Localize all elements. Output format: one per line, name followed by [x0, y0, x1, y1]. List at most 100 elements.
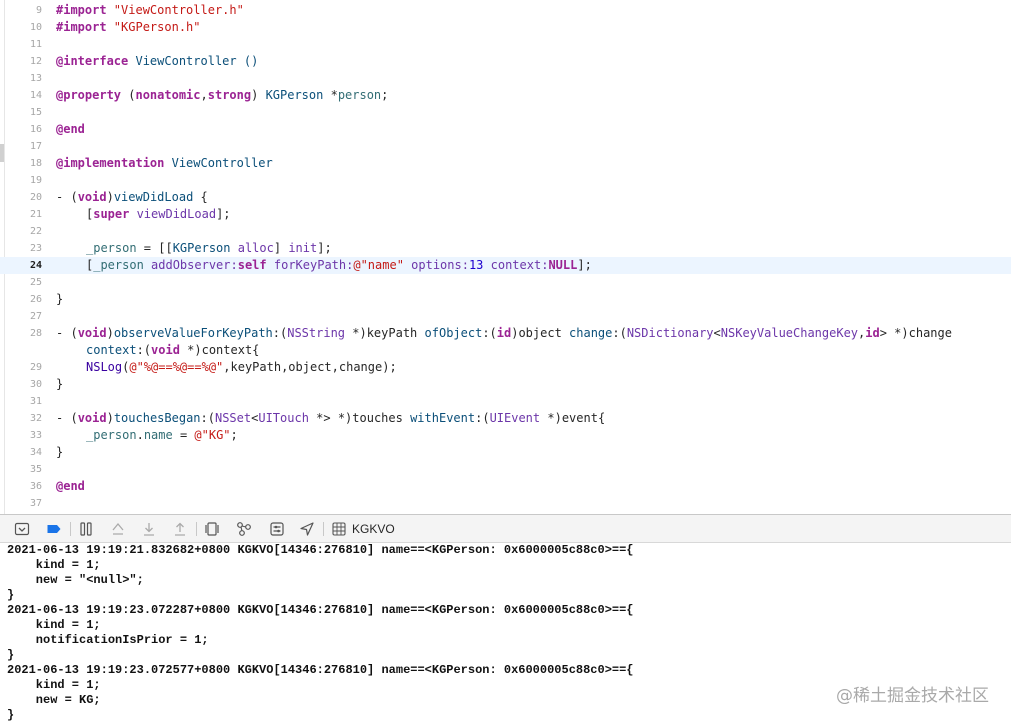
code-line[interactable]: 17	[0, 138, 1011, 155]
code-token: self	[237, 258, 267, 272]
code-token: }	[56, 377, 64, 391]
code-line[interactable]: 32 - (void)touchesBegan:(NSSet<UITouch *>…	[0, 410, 1011, 427]
code-line[interactable]: 35	[0, 461, 1011, 478]
code-line[interactable]: 22	[0, 223, 1011, 240]
code-token: #import	[56, 3, 114, 17]
line-number: 24	[29, 260, 42, 271]
pause-icon[interactable]	[78, 521, 94, 537]
code-line[interactable]: 12 @interface ViewController ()	[0, 53, 1011, 70]
simulate-location-icon[interactable]	[299, 521, 315, 537]
process-icon[interactable]	[331, 521, 347, 537]
console-line: 2021-06-13 19:19:21.832682+0800 KGKVO[14…	[7, 543, 634, 557]
code-token: observeValueForKeyPath	[113, 326, 273, 340]
line-number: 18	[29, 158, 42, 169]
code-token: withEvent	[410, 411, 476, 425]
code-line[interactable]: 30}	[0, 376, 1011, 393]
code-line[interactable]: 28- (void)observeValueForKeyPath:(NSStri…	[0, 325, 1011, 342]
code-token: *)event{	[540, 411, 606, 425]
code-line[interactable]: 13	[0, 70, 1011, 87]
code-line[interactable]: 10 #import "KGPerson.h"	[0, 19, 1011, 36]
code-line[interactable]: 23 _person = [[KGPerson alloc] init];	[0, 240, 1011, 257]
line-number: 23	[29, 243, 42, 254]
code-token: @implementation	[56, 156, 165, 170]
code-token: id	[496, 326, 512, 340]
code-line[interactable]: 25	[0, 274, 1011, 291]
console-line: new = "<null>";	[7, 573, 144, 587]
code-line[interactable]: context:(void *)context{	[0, 342, 1011, 359]
step-into-icon[interactable]	[141, 521, 157, 537]
code-token: )object	[511, 326, 570, 340]
code-line[interactable]: 11	[0, 36, 1011, 53]
memory-graph-icon[interactable]	[236, 521, 252, 537]
code-token: viewDidLoad	[113, 190, 194, 204]
code-editor[interactable]: 9 #import "ViewController.h" 10 #import "KG…	[0, 0, 1011, 514]
code-line[interactable]: 37	[0, 495, 1011, 512]
code-line[interactable]: 33 _person.name = @"KG";	[0, 427, 1011, 444]
code-token: NSString	[287, 326, 346, 340]
code-token: void	[77, 411, 107, 425]
code-token: ,keyPath,object,change);	[223, 360, 397, 374]
code-token: void	[77, 326, 107, 340]
code-token: ViewController	[164, 156, 273, 170]
code-token: context:	[483, 258, 549, 272]
code-text: - (void)touchesBegan:(NSSet<UITouch *> *…	[56, 410, 605, 427]
code-token: .	[136, 428, 144, 442]
code-line[interactable]: 34}	[0, 444, 1011, 461]
code-token: viewDidLoad	[129, 207, 217, 221]
code-token: }	[56, 445, 64, 459]
code-token: :(	[272, 326, 288, 340]
code-token: NSLog	[86, 360, 123, 374]
code-line[interactable]: 21 [super viewDidLoad];	[0, 206, 1011, 223]
code-line[interactable]: 14 @property (nonatomic,strong) KGPerson …	[0, 87, 1011, 104]
code-token: super	[93, 207, 130, 221]
code-line[interactable]: 19	[0, 172, 1011, 189]
code-text: - (void)observeValueForKeyPath:(NSString…	[56, 325, 952, 342]
code-token: NSSet	[214, 411, 252, 425]
process-name-label[interactable]: KGKVO	[352, 522, 395, 537]
code-token: *)keyPath	[345, 326, 425, 340]
code-token: ;	[381, 88, 389, 102]
code-line[interactable]: 26}	[0, 291, 1011, 308]
line-number: 25	[29, 277, 42, 288]
code-token: @end	[56, 122, 85, 136]
code-line[interactable]: 36 @end	[0, 478, 1011, 495]
line-number: 26	[29, 294, 42, 305]
step-over-icon[interactable]	[110, 521, 126, 537]
code-token: ];	[317, 241, 332, 255]
code-line[interactable]: 15	[0, 104, 1011, 121]
line-number: 34	[29, 447, 42, 458]
line-number: 36	[29, 481, 42, 492]
code-token: ];	[577, 258, 592, 272]
code-token: NSDictionary	[626, 326, 714, 340]
debug-toolbar: KGKVO	[0, 514, 1011, 543]
code-text: NSLog(@"%@==%@==%@",keyPath,object,chang…	[86, 359, 397, 376]
debug-console[interactable]: 2021-06-13 19:19:21.832682+0800 KGKVO[14…	[0, 543, 1011, 726]
code-line[interactable]: 20 - (void)viewDidLoad {	[0, 189, 1011, 206]
step-out-icon[interactable]	[172, 521, 188, 537]
line-number: 33	[29, 430, 42, 441]
environment-overrides-icon[interactable]	[269, 521, 285, 537]
code-line[interactable]: 29 NSLog(@"%@==%@==%@",keyPath,object,cha…	[0, 359, 1011, 376]
code-line[interactable]: 9 #import "ViewController.h"	[0, 2, 1011, 19]
hide-debug-area-icon[interactable]	[14, 521, 30, 537]
code-line[interactable]: 18 @implementation ViewController	[0, 155, 1011, 172]
code-text: }	[56, 376, 63, 393]
console-line: new = KG;	[7, 693, 101, 707]
line-number: 13	[29, 73, 42, 84]
console-line: 2021-06-13 19:19:23.072577+0800 KGKVO[14…	[7, 663, 634, 677]
code-token: ofObject	[424, 326, 483, 340]
code-token: ];	[216, 207, 231, 221]
console-line: notificationIsPrior = 1;	[7, 633, 209, 647]
console-line: }	[7, 648, 15, 662]
code-token: _person	[86, 241, 137, 255]
code-line[interactable]: 16 @end	[0, 121, 1011, 138]
code-line-current[interactable]: 24 [_person addObserver:self forKeyPath:@…	[0, 257, 1011, 274]
breakpoints-toggle-icon[interactable]	[46, 521, 62, 537]
code-token: NSKeyValueChangeKey	[720, 326, 859, 340]
code-line[interactable]: 27	[0, 308, 1011, 325]
code-text: [super viewDidLoad];	[86, 206, 231, 223]
code-token: @property	[56, 88, 122, 102]
code-token: #import	[56, 20, 114, 34]
code-line[interactable]: 31	[0, 393, 1011, 410]
view-debugger-icon[interactable]	[204, 521, 220, 537]
